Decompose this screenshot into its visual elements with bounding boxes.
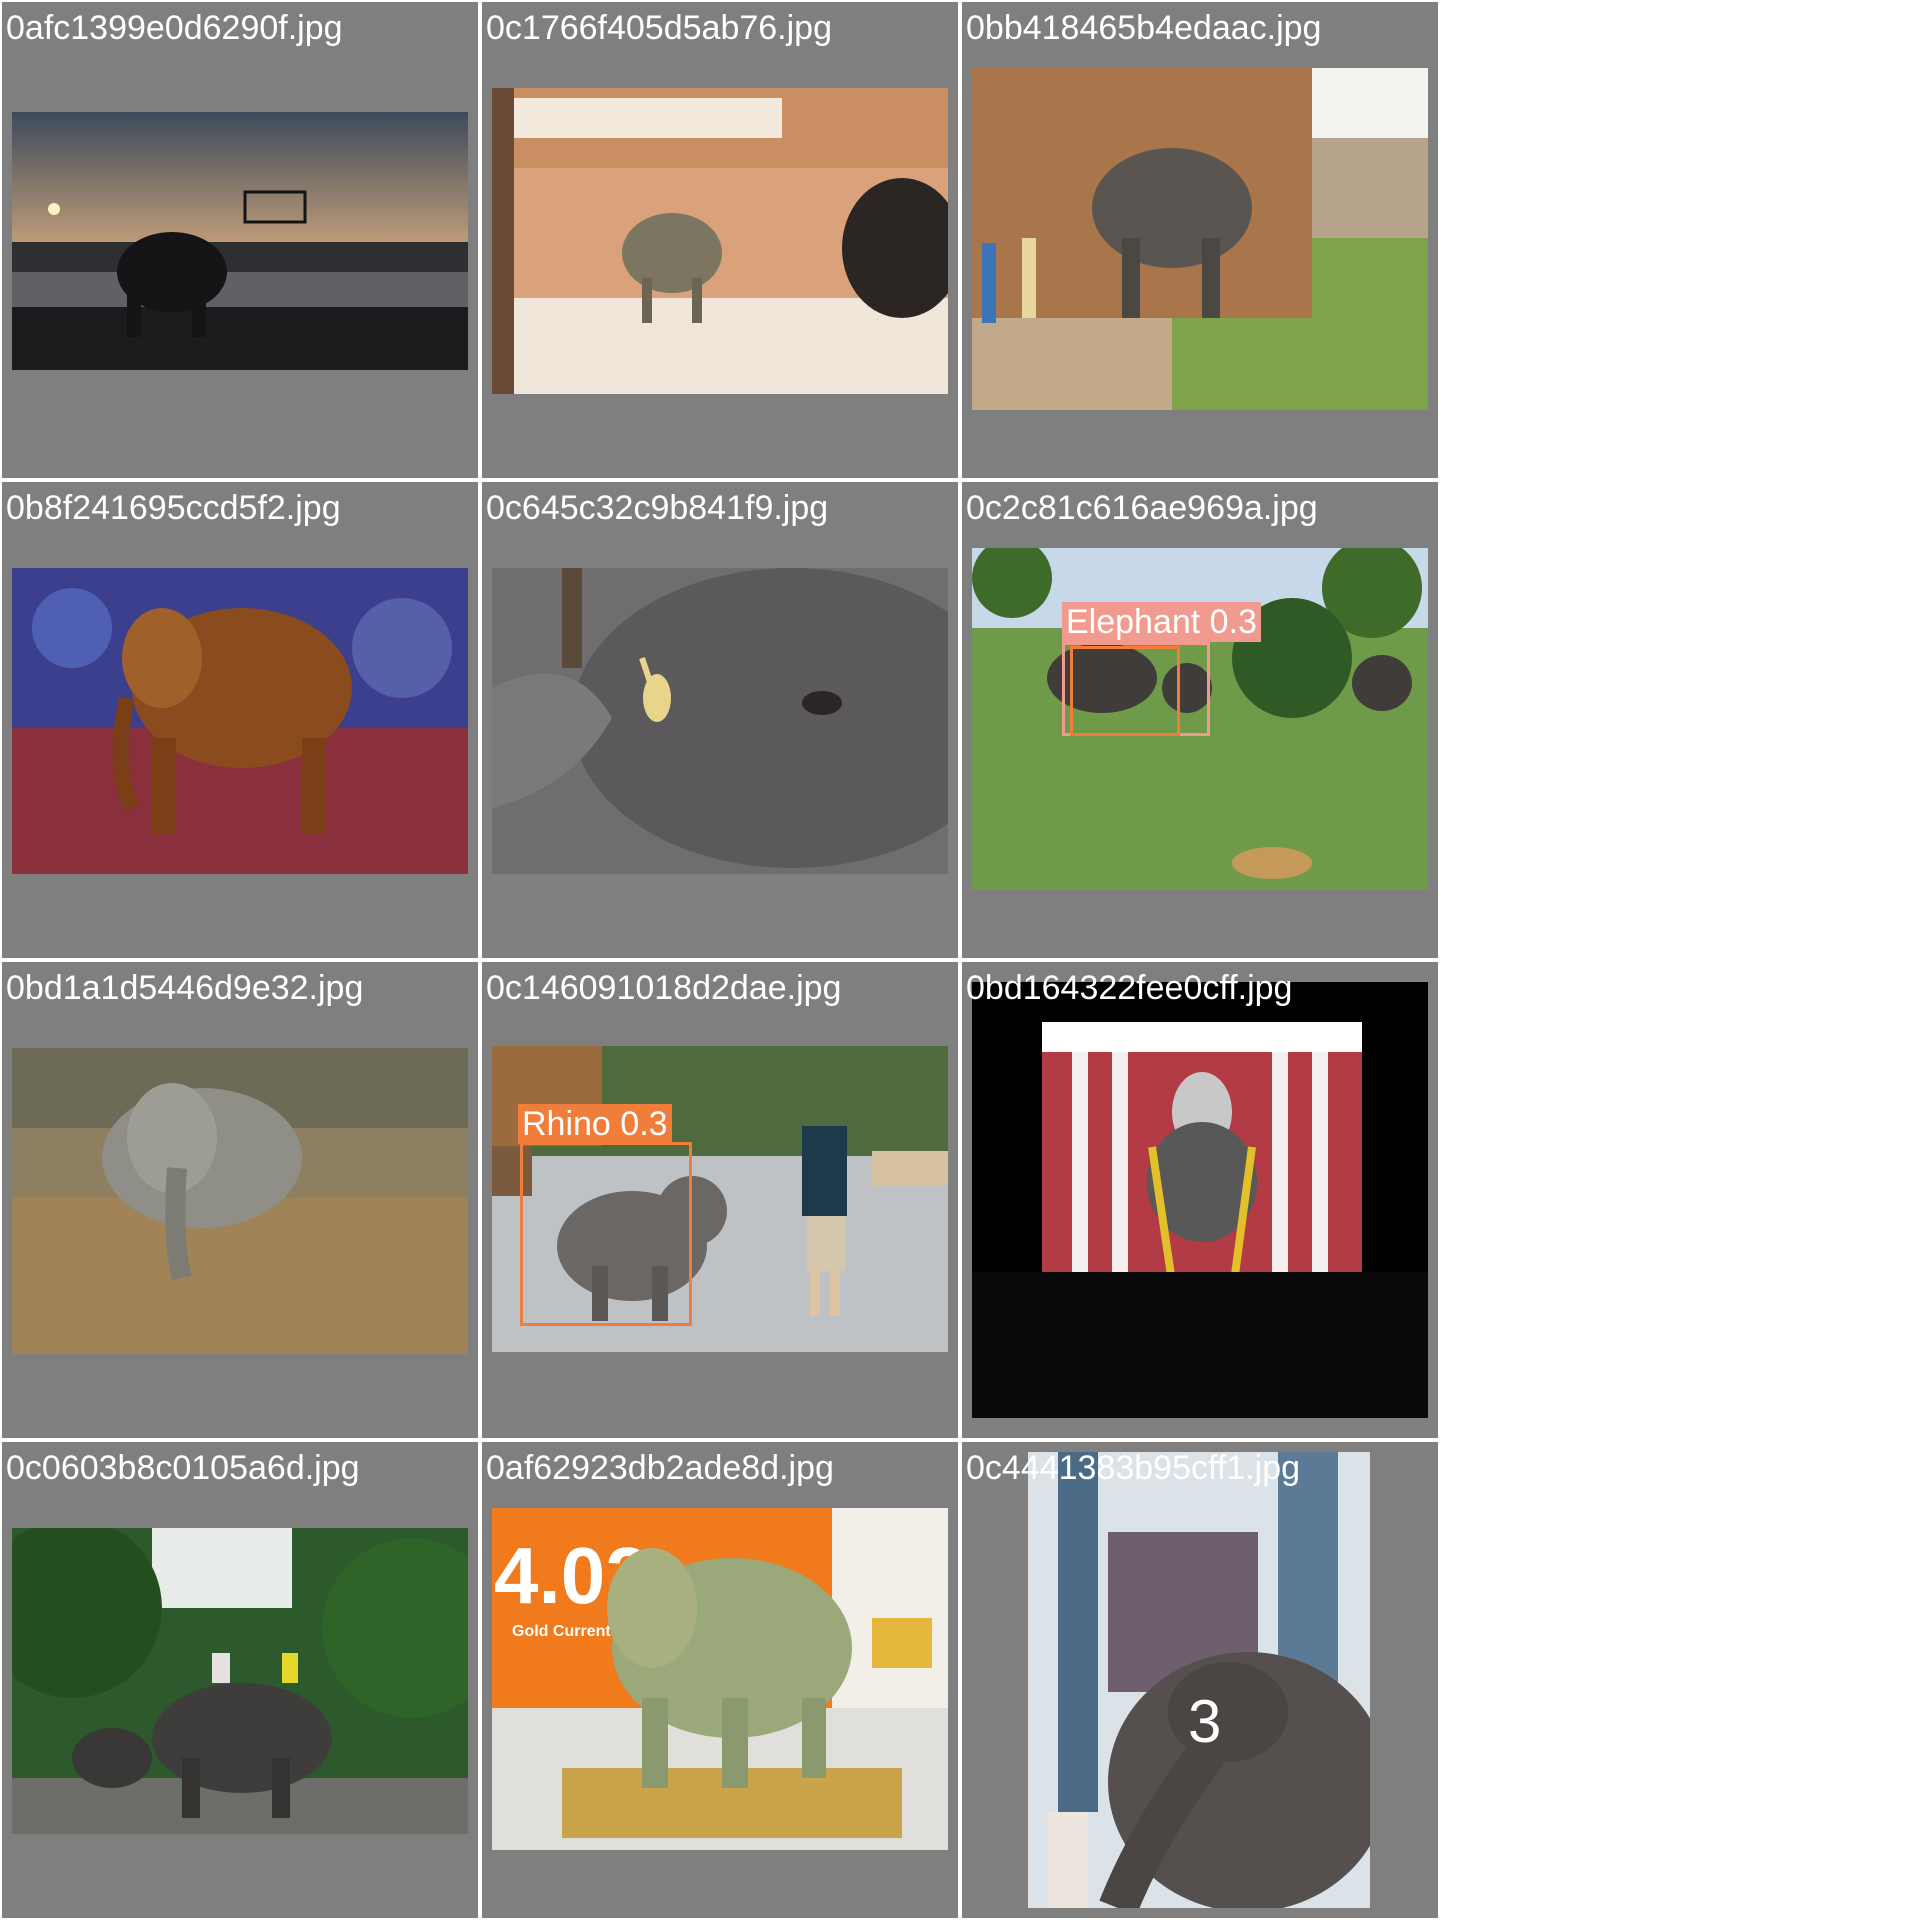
cell-filename: 0c1766f405d5ab76.jpg	[486, 9, 832, 47]
cell-filename: 0c2c81c616ae969a.jpg	[966, 489, 1318, 527]
image-grid: 0afc1399e0d6290f.jpg 0c1766f405d5ab76.jp…	[0, 0, 1440, 1920]
cell-thumbnail	[12, 112, 468, 370]
grid-cell[interactable]: 0c0603b8c0105a6d.jpg	[2, 1442, 478, 1918]
grid-cell[interactable]: 0c146091018d2dae.jpg Rhino 0.3	[482, 962, 958, 1438]
grid-cell[interactable]: 0afc1399e0d6290f.jpg	[2, 2, 478, 478]
cell-filename: 0c645c32c9b841f9.jpg	[486, 489, 829, 527]
grid-cell[interactable]: 0c1766f405d5ab76.jpg	[482, 2, 958, 478]
grid-cell[interactable]: 0bd1a1d5446d9e32.jpg	[2, 962, 478, 1438]
cell-filename: 0bd1a1d5446d9e32.jpg	[6, 969, 364, 1007]
grid-cell[interactable]: 0bd164322fee0cff.jpg	[962, 962, 1438, 1438]
sign-text: Gold Current	[512, 1623, 611, 1640]
cell-filename: 0bb418465b4edaac.jpg	[966, 9, 1322, 47]
cell-thumbnail	[972, 68, 1428, 410]
grid-cell[interactable]: 0bb418465b4edaac.jpg	[962, 2, 1438, 478]
cell-thumbnail: 4.02 Gold Current	[492, 1508, 948, 1850]
cell-filename: 0c0603b8c0105a6d.jpg	[6, 1449, 360, 1487]
cell-thumbnail: 3	[1028, 1452, 1370, 1908]
cell-thumbnail	[12, 568, 468, 874]
cell-thumbnail	[492, 568, 948, 874]
cell-filename: 0afc1399e0d6290f.jpg	[6, 9, 343, 47]
detection-box	[520, 1142, 692, 1326]
cell-thumbnail	[12, 1048, 468, 1354]
cell-filename: 0c146091018d2dae.jpg	[486, 969, 842, 1007]
cell-thumbnail	[492, 88, 948, 394]
grid-cell[interactable]: 0c645c32c9b841f9.jpg	[482, 482, 958, 958]
cell-filename: 0b8f241695ccd5f2.jpg	[6, 489, 341, 527]
cell-filename: 0bd164322fee0cff.jpg	[966, 969, 1293, 1007]
grid-cell[interactable]: 0af62923db2ade8d.jpg 4.02 Gold Current	[482, 1442, 958, 1918]
cell-thumbnail	[972, 982, 1428, 1418]
cell-filename: 0c4441383b95cff1.jpg	[966, 1449, 1301, 1487]
detection-label: Rhino 0.3	[518, 1104, 672, 1144]
detection-box	[1070, 646, 1180, 736]
grid-cell[interactable]: 0c2c81c616ae969a.jpg Elephant 0.3	[962, 482, 1438, 958]
svg-text:3: 3	[1188, 1688, 1221, 1755]
cell-filename: 0af62923db2ade8d.jpg	[486, 1449, 834, 1487]
cell-thumbnail	[12, 1528, 468, 1834]
grid-cell[interactable]: 0b8f241695ccd5f2.jpg	[2, 482, 478, 958]
detection-label: Elephant 0.3	[1062, 602, 1261, 642]
grid-cell[interactable]: 0c4441383b95cff1.jpg 3	[962, 1442, 1438, 1918]
